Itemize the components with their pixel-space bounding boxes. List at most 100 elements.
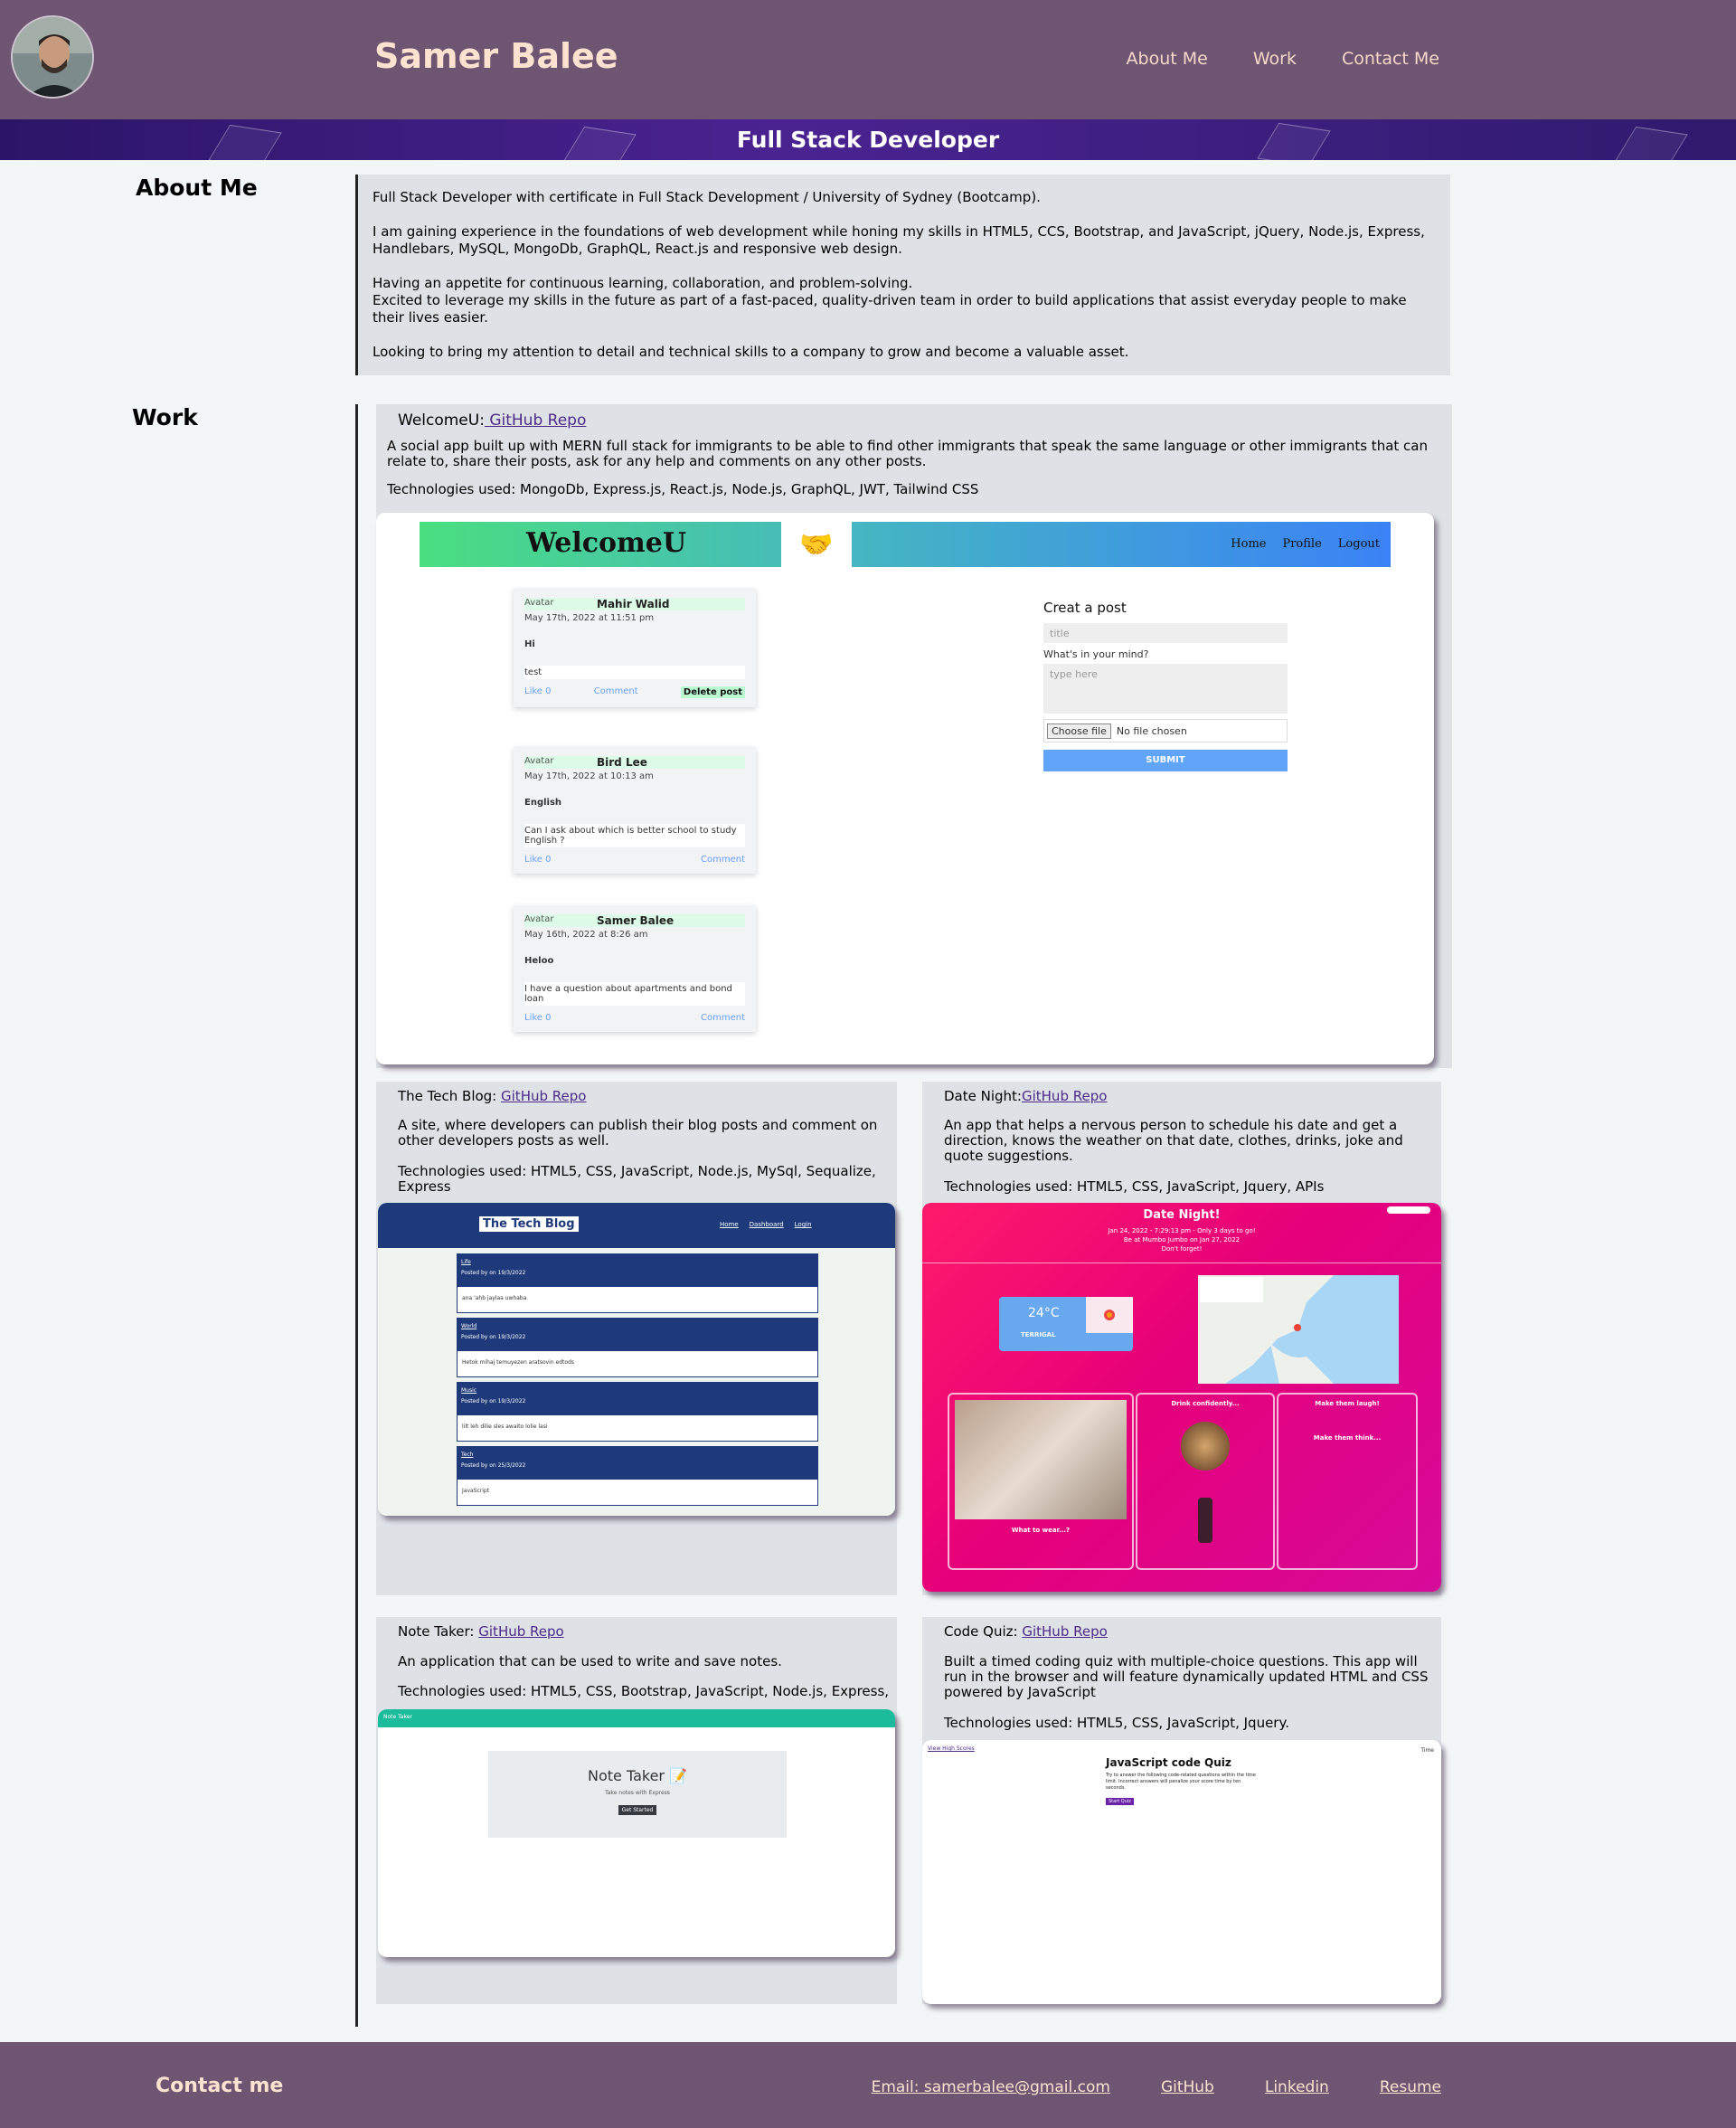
post-body: test	[524, 666, 745, 679]
github-repo-link[interactable]: GitHub Repo	[478, 1623, 563, 1640]
welcomeu-post: Avatar Mahir Walid May 17th, 2022 at 11:5…	[514, 589, 756, 707]
blog-post-body: lilt leh dilie sles awaito lolie lasi	[457, 1414, 818, 1442]
project-card-date-night: Date Night:GitHub Repo An app that helps…	[922, 1082, 1441, 1595]
project-title: Date Night:GitHub Repo	[944, 1088, 1107, 1104]
about-paragraph: Looking to bring my attention to detail …	[373, 344, 1129, 360]
note-taker-screenshot[interactable]: Note Taker Note Taker 📝 Take notes with …	[378, 1709, 895, 1957]
resume-link[interactable]: Resume	[1380, 2078, 1441, 2096]
note-taker-heading: Note Taker 📝	[488, 1767, 787, 1784]
note-taker-jumbotron: Note Taker 📝 Take notes with Express Get…	[488, 1751, 787, 1838]
comment-link: Comment	[701, 1013, 745, 1023]
note-taker-title: Note Taker	[587, 1767, 665, 1784]
handshake-icon: 🤝	[781, 522, 852, 567]
create-post-heading: Creat a post	[1043, 600, 1127, 616]
tech-blog-post: Life Posted by on 19/3/2022 ana 'ahb jayl…	[457, 1253, 818, 1313]
project-name: Code Quiz:	[944, 1623, 1023, 1640]
avatar-alt: Avatar	[524, 914, 554, 924]
linkedin-link[interactable]: Linkedin	[1265, 2078, 1329, 2096]
post-body: Can I ask about which is better school t…	[524, 824, 745, 847]
post-author: Samer Balee	[597, 914, 675, 927]
project-description: Built a timed coding quiz with multiple-…	[944, 1653, 1429, 1700]
project-title: Note Taker: GitHub Repo	[398, 1623, 564, 1640]
quiz-title: JavaScript code Quiz	[1106, 1756, 1231, 1769]
post-body-label: What's in your mind?	[1043, 648, 1149, 660]
drink-image	[1181, 1422, 1230, 1471]
weather-icon	[1086, 1297, 1133, 1333]
welcomeu-nav-item: Logout	[1337, 537, 1380, 551]
tech-blog-post: Tech Posted by on 25/3/2022 JavaScript	[457, 1446, 818, 1506]
joke-panel: Make them laugh! Make them think...	[1277, 1393, 1418, 1570]
project-title: The Tech Blog: GitHub Repo	[398, 1088, 586, 1104]
about-paragraph: I am gaining experience in the foundatio…	[373, 223, 1425, 257]
comment-link: Comment	[701, 855, 745, 865]
blog-post-meta: Posted by on 19/3/2022	[461, 1270, 526, 1276]
post-subject: Heloo	[524, 956, 554, 966]
github-repo-link[interactable]: GitHub Repo	[485, 411, 586, 430]
note-taker-navbar: Note Taker	[378, 1709, 895, 1727]
nav-work[interactable]: Work	[1253, 49, 1297, 69]
email-link[interactable]: Email: samerbalee@gmail.com	[872, 2078, 1110, 2096]
blog-post-meta: Posted by on 25/3/2022	[461, 1462, 526, 1469]
tech-blog-post: Music Posted by on 19/3/2022 lilt leh dil…	[457, 1382, 818, 1442]
submit-button: SUBMIT	[1043, 750, 1288, 771]
project-card-tech-blog: The Tech Blog: GitHub Repo A site, where…	[376, 1082, 897, 1595]
like-link: Like 0	[524, 855, 552, 865]
clothes-panel: What to wear...?	[948, 1393, 1134, 1570]
project-card-code-quiz: Code Quiz: GitHub Repo Built a timed cod…	[922, 1617, 1441, 2004]
project-card-welcomeu: WelcomeU: GitHub Repo A social app built…	[376, 404, 1452, 1068]
post-body-textarea: type here	[1043, 664, 1288, 714]
date-night-screenshot[interactable]: Date Night! Jan 24, 2022 - 7:29:13 pm - …	[922, 1203, 1441, 1592]
profile-avatar	[11, 15, 94, 99]
quiz-timer: Time	[1420, 1747, 1434, 1754]
footer-title: Contact me	[156, 2075, 284, 2097]
project-name: Note Taker:	[398, 1623, 479, 1640]
welcomeu-screenshot[interactable]: WelcomeU 🤝 Home Profile Logout Avatar Mah…	[376, 513, 1434, 1064]
delete-post-button: Delete post	[680, 686, 745, 698]
blog-post-title: Tech	[461, 1452, 474, 1458]
welcomeu-post: Avatar Bird Lee May 17th, 2022 at 10:13 a…	[514, 747, 756, 874]
like-link: Like 0	[524, 1013, 552, 1023]
project-title: WelcomeU: GitHub Repo	[398, 411, 586, 430]
like-link: Like 0	[524, 686, 552, 696]
countdown-line: Don't forget!	[1161, 1245, 1203, 1253]
panel-subtitle: Make them think...	[1313, 1434, 1382, 1442]
project-technologies: Technologies used: HTML5, CSS, JavaScrip…	[944, 1178, 1325, 1195]
project-name: The Tech Blog:	[398, 1088, 502, 1104]
nav-contact-me[interactable]: Contact Me	[1342, 49, 1439, 69]
countdown-line: Jan 24, 2022 - 7:29:13 pm - Only 3 days …	[1108, 1227, 1256, 1234]
post-body: I have a question about apartments and b…	[524, 982, 745, 1006]
comment-link: Comment	[593, 686, 638, 696]
avatar-alt: Avatar	[524, 756, 554, 766]
post-subject: English	[524, 798, 562, 808]
weather-place: TERRIGAL	[1021, 1331, 1056, 1338]
tech-blog-screenshot[interactable]: The Tech Blog Home Dashboard Login Life P…	[378, 1203, 895, 1516]
get-started-button: Get Started	[618, 1805, 657, 1815]
about-text-box: Full Stack Developer with certificate in…	[358, 175, 1450, 375]
tech-blog-nav-item: Home	[720, 1221, 739, 1228]
memo-icon: 📝	[669, 1767, 688, 1784]
post-subject: Hi	[524, 639, 535, 649]
weather-widget: 24°C TERRIGAL	[999, 1297, 1133, 1351]
tech-blog-body: Life Posted by on 19/3/2022 ana 'ahb jayl…	[378, 1248, 895, 1516]
create-post-form: Creat a post title What's in your mind? …	[1043, 600, 1288, 771]
github-link[interactable]: GitHub	[1161, 2078, 1214, 2096]
project-technologies: Technologies used: HTML5, CSS, JavaScrip…	[944, 1715, 1289, 1731]
post-title-input: title	[1043, 623, 1288, 643]
post-date: May 17th, 2022 at 11:51 pm	[524, 613, 655, 623]
avatar-alt: Avatar	[524, 598, 554, 608]
nav-about-me[interactable]: About Me	[1127, 49, 1208, 69]
github-repo-link[interactable]: GitHub Repo	[501, 1088, 586, 1104]
github-repo-link[interactable]: GitHub Repo	[1022, 1088, 1107, 1104]
tech-blog-nav-item: Dashboard	[749, 1221, 784, 1228]
about-paragraph: Excited to leverage my skills in the fut…	[373, 292, 1407, 326]
blog-post-title: Music	[461, 1387, 477, 1394]
blog-post-body: Hetok mihaj temuyezen aratsovin edtods	[457, 1350, 818, 1377]
blog-post-meta: Posted by on 19/3/2022	[461, 1334, 526, 1340]
github-repo-link[interactable]: GitHub Repo	[1022, 1623, 1107, 1640]
file-status: No file chosen	[1116, 724, 1187, 737]
project-description: A social app built up with MERN full sta…	[387, 438, 1428, 469]
blog-post-body: ana 'ahb jaylaa uwhaba	[457, 1286, 818, 1313]
code-quiz-screenshot[interactable]: View High Scores Time JavaScript code Qu…	[922, 1740, 1441, 2004]
panel-title: Make them laugh!	[1315, 1400, 1380, 1407]
project-description: An application that can be used to write…	[398, 1653, 782, 1669]
